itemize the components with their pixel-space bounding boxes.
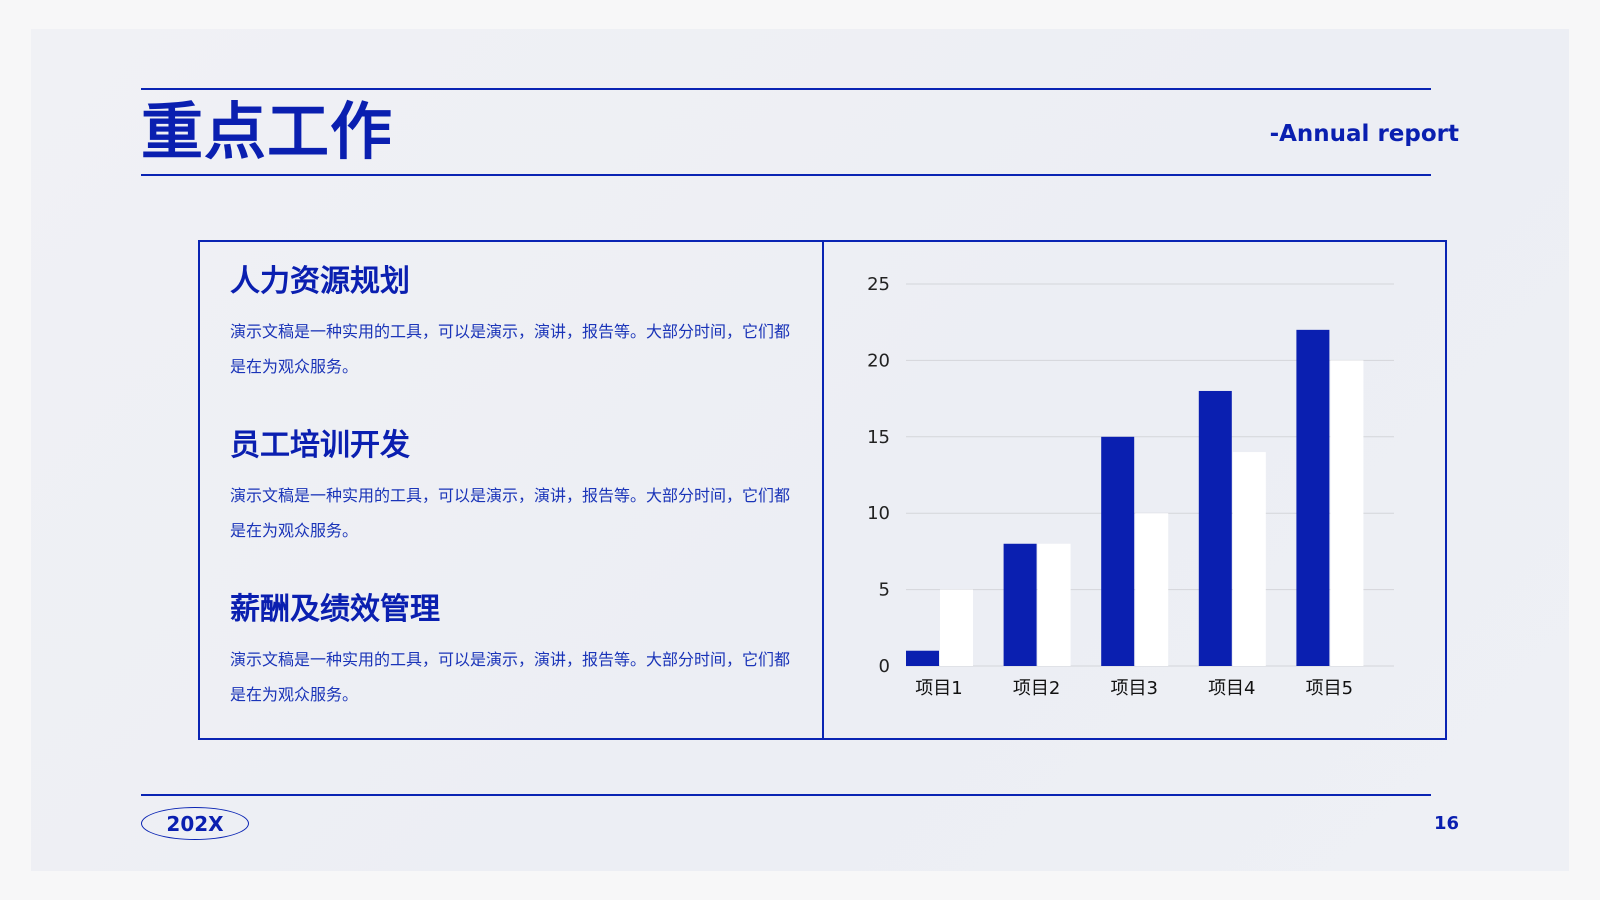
page-subtitle: -Annual report xyxy=(1269,121,1459,147)
page-number: 16 xyxy=(1433,813,1459,834)
bar-chart: 0 5 10 15 20 25 项目1 项目2 项目3 项目4 项目5 xyxy=(867,274,1394,699)
section-hr-planning: 人力资源规划 演示文稿是一种实用的工具，可以是演示，演讲，报告等。大部分时间，它… xyxy=(230,264,790,384)
footer-logo-text: 202X xyxy=(166,811,224,836)
section-training: 员工培训开发 演示文稿是一种实用的工具，可以是演示，演讲，报告等。大部分时间，它… xyxy=(230,428,790,548)
bar xyxy=(1232,452,1266,666)
section-heading: 薪酬及绩效管理 xyxy=(230,592,440,627)
x-tick-label: 项目2 xyxy=(1013,678,1060,699)
bar xyxy=(1101,436,1135,666)
x-tick-label: 项目5 xyxy=(1306,678,1353,699)
y-tick-label: 20 xyxy=(867,350,890,371)
bar xyxy=(906,650,939,666)
content-panel: 人力资源规划 演示文稿是一种实用的工具，可以是演示，演讲，报告等。大部分时间，它… xyxy=(198,240,1447,740)
footer-rule xyxy=(141,794,1431,796)
y-tick-label: 0 xyxy=(879,656,890,677)
bar xyxy=(1003,543,1037,666)
section-heading: 员工培训开发 xyxy=(230,428,410,463)
section-body: 演示文稿是一种实用的工具，可以是演示，演讲，报告等。大部分时间，它们都是在为观众… xyxy=(230,322,791,376)
page-title: 重点工作 xyxy=(141,95,394,168)
y-tick-label: 15 xyxy=(867,427,890,448)
x-tick-label: 项目4 xyxy=(1208,678,1255,699)
bar xyxy=(940,589,973,666)
header-bottom-rule xyxy=(141,174,1431,176)
header-top-rule xyxy=(141,88,1431,90)
y-tick-label: 10 xyxy=(867,503,890,524)
x-tick-label: 项目3 xyxy=(1110,678,1157,699)
section-body: 演示文稿是一种实用的工具，可以是演示，演讲，报告等。大部分时间，它们都是在为观众… xyxy=(230,486,791,540)
section-compensation: 薪酬及绩效管理 演示文稿是一种实用的工具，可以是演示，演讲，报告等。大部分时间，… xyxy=(230,592,790,712)
bar xyxy=(1296,329,1330,666)
x-tick-label: 项目1 xyxy=(915,678,962,699)
footer-logo: 202X xyxy=(141,807,249,840)
bar xyxy=(1037,543,1071,666)
y-tick-label: 5 xyxy=(879,580,890,601)
y-tick-label: 25 xyxy=(867,274,890,295)
bar xyxy=(1198,390,1232,666)
section-heading: 人力资源规划 xyxy=(230,264,410,299)
section-body: 演示文稿是一种实用的工具，可以是演示，演讲，报告等。大部分时间，它们都是在为观众… xyxy=(230,650,791,704)
bar xyxy=(1135,513,1169,666)
slide: 重点工作 -Annual report 人力资源规划 演示文稿是一种实用的工具，… xyxy=(31,29,1569,871)
bar xyxy=(1330,360,1364,666)
